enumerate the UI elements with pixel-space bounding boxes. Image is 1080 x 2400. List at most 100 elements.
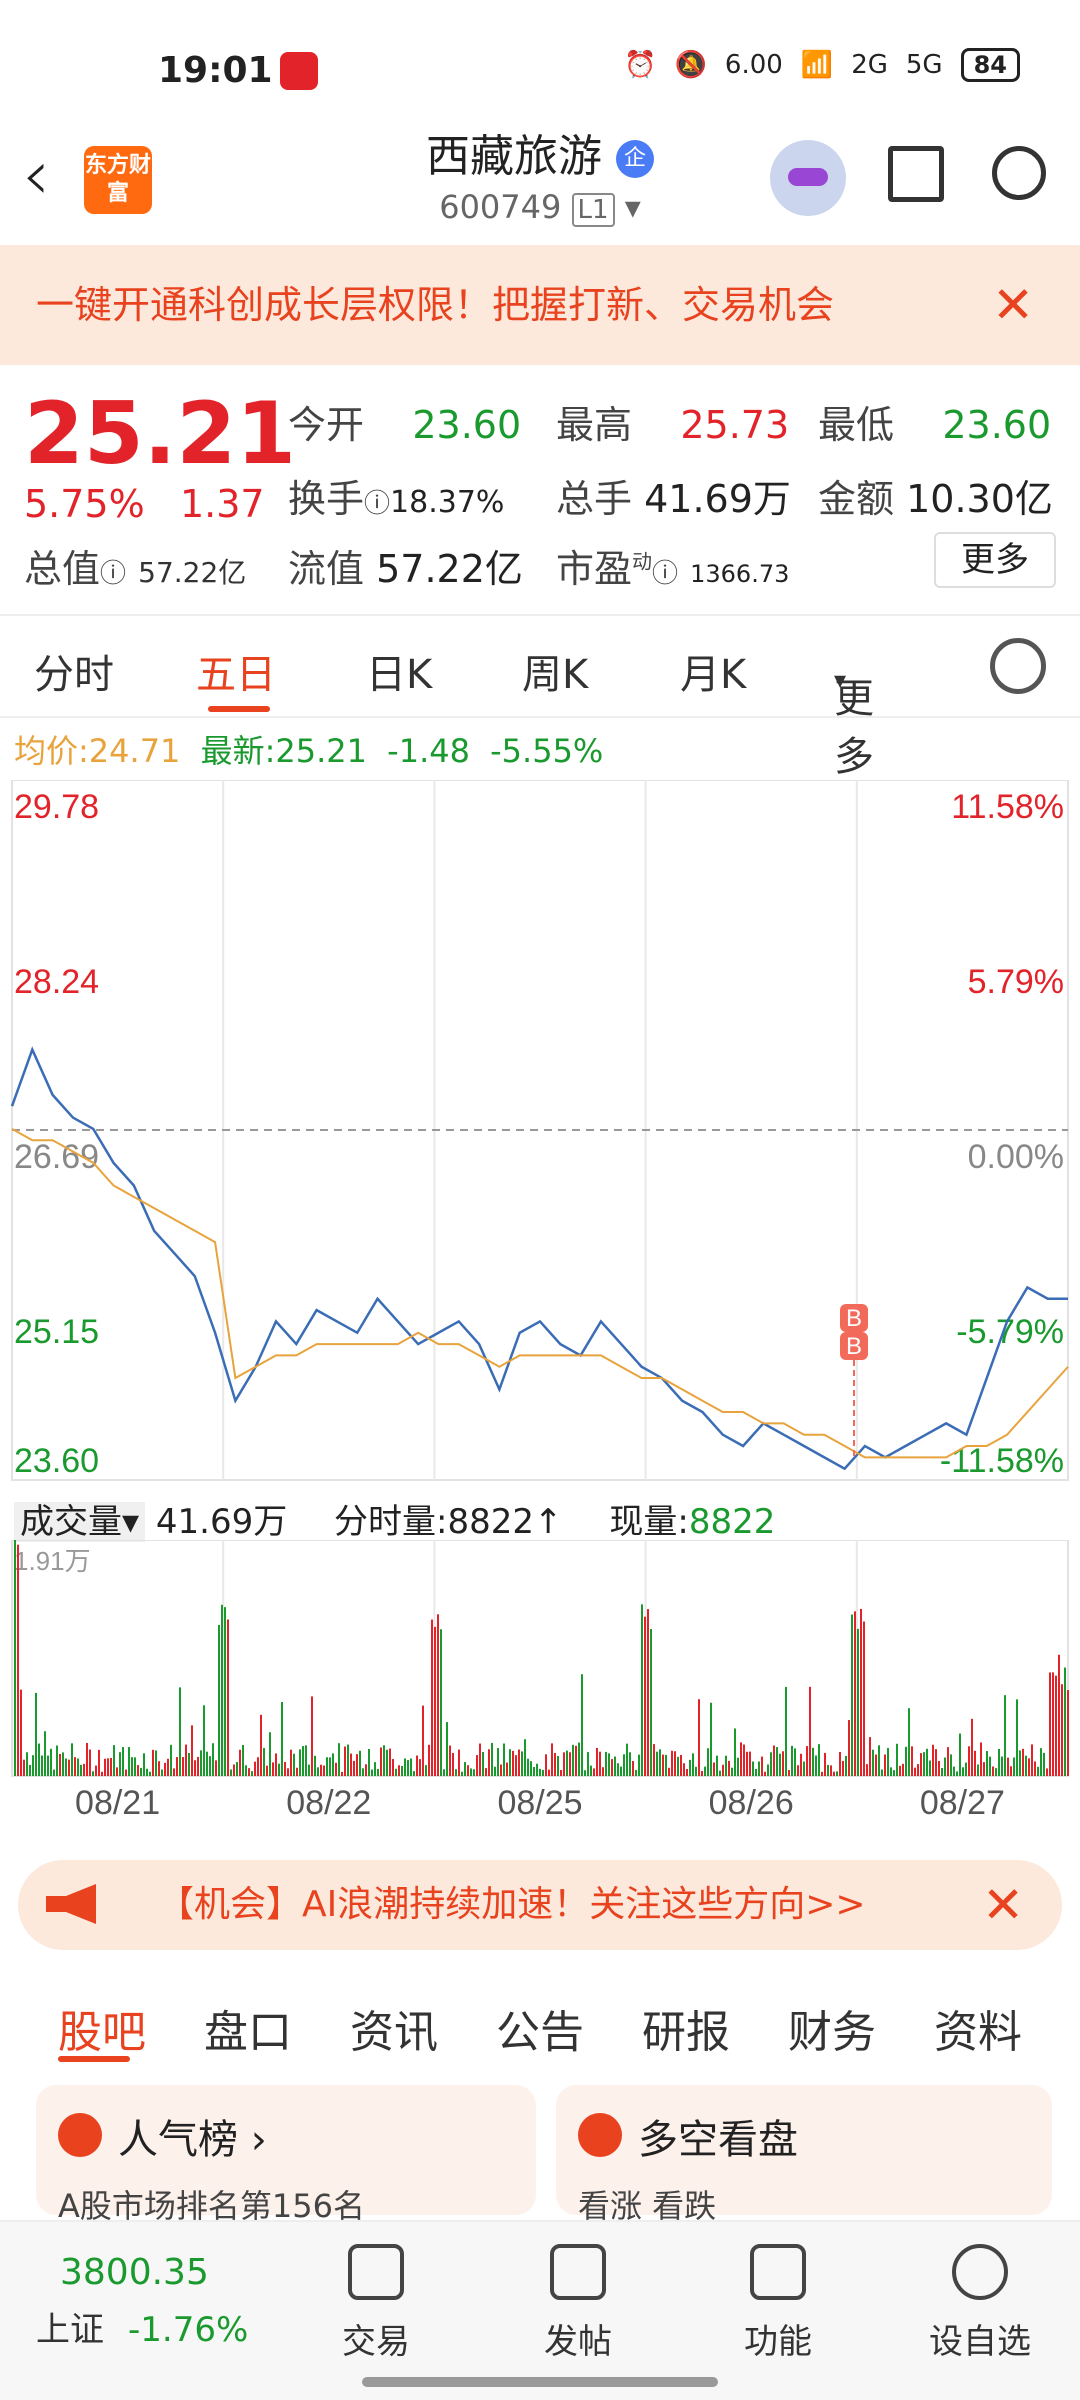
nav-functions[interactable]: 功能: [708, 2234, 848, 2363]
nav-add-watchlist[interactable]: 设自选: [910, 2234, 1050, 2363]
more-button[interactable]: 更多: [934, 532, 1056, 588]
volume-bar: [401, 1765, 403, 1776]
ai-assistant-icon[interactable]: [770, 140, 846, 216]
x-tick-label: 08/21: [75, 1784, 160, 1822]
volume-bar: [248, 1768, 250, 1776]
volume-bar: [566, 1750, 568, 1776]
volume-bar: [56, 1745, 58, 1776]
volume-bar: [902, 1763, 904, 1776]
volume-bar: [101, 1771, 103, 1776]
volume-bar: [260, 1714, 262, 1776]
popularity-card[interactable]: 人气榜 › A股市场排名第156名: [36, 2085, 536, 2225]
volume-bar: [887, 1747, 889, 1776]
tab-finance[interactable]: 财务: [788, 1996, 876, 2060]
close-icon[interactable]: ✕: [982, 1860, 1024, 1950]
ad-banner[interactable]: 【机会】AI浪潮持续加速！关注这些方向>> ✕: [18, 1860, 1062, 1950]
volume-bar: [1031, 1744, 1033, 1776]
gear-icon[interactable]: [990, 638, 1046, 694]
level-badge: L1: [571, 193, 615, 227]
tab-news[interactable]: 资讯: [350, 1996, 438, 2060]
volume-bar: [833, 1771, 835, 1776]
volume-bar: [995, 1768, 997, 1776]
promo-text: 一键开通科创成长层权限！把握打新、交易机会: [36, 283, 835, 327]
volume-bar: [731, 1767, 733, 1776]
volume-max-label: 1.91万: [14, 1546, 91, 1576]
open-field: 今开 23.60: [288, 403, 522, 447]
volume-bar: [554, 1753, 556, 1776]
volume-bar: [425, 1765, 427, 1776]
volume-bar: [275, 1753, 277, 1776]
volume-bar: [662, 1754, 664, 1776]
volume-bar: [704, 1766, 706, 1776]
index-value[interactable]: 3800.35: [60, 2252, 209, 2293]
close-icon[interactable]: ✕: [992, 245, 1034, 365]
volume-bar: [374, 1762, 376, 1776]
tab-pankou[interactable]: 盘口: [204, 1996, 292, 2060]
volume-bar: [329, 1757, 331, 1776]
volume-bar: [359, 1750, 361, 1776]
volume-bar: [746, 1751, 748, 1776]
nav-trade[interactable]: 交易: [306, 2234, 446, 2363]
volume-dropdown[interactable]: 成交量▾: [14, 1502, 146, 1542]
tab-five-day[interactable]: 五日: [196, 642, 276, 700]
info-icon: ⓘ: [100, 559, 127, 589]
share-icon[interactable]: [888, 146, 944, 202]
more-icon: [952, 2244, 1008, 2300]
volume-bar: [134, 1757, 136, 1776]
bull-bear-card[interactable]: 多空看盘 看涨 看跌: [556, 2085, 1052, 2225]
volume-bar: [659, 1749, 661, 1776]
wifi-icon: 📶: [800, 50, 834, 80]
edit-icon: [550, 2244, 606, 2300]
volume-bar: [692, 1753, 694, 1776]
volume-bar: [587, 1752, 589, 1776]
volume-bar: [782, 1751, 784, 1776]
volume-bar: [1046, 1768, 1048, 1776]
promo-banner[interactable]: 一键开通科创成长层权限！把握打新、交易机会 ✕: [0, 245, 1080, 365]
volume-bar: [653, 1744, 655, 1776]
tab-monthly-k[interactable]: 月K: [680, 642, 746, 700]
tab-weekly-k[interactable]: 周K: [522, 642, 588, 700]
volume-bar: [602, 1767, 604, 1776]
volume-bar: [467, 1765, 469, 1776]
tab-daily-k[interactable]: 日K: [366, 642, 432, 700]
y-tick-right: 0.00%: [968, 1138, 1064, 1176]
volume-bar: [188, 1752, 190, 1776]
volume-bar: [623, 1754, 625, 1776]
status-bar: 19:01 ⏰ 🔕 6.00 📶 2G 5G 84: [0, 0, 1080, 140]
search-icon[interactable]: [992, 146, 1046, 200]
tab-intraday[interactable]: 分时: [34, 642, 114, 700]
nav-post[interactable]: 发帖: [508, 2234, 648, 2363]
volume-bar: [170, 1744, 172, 1776]
price-chart[interactable]: 29.78 28.24 26.69 25.15 23.60 11.58% 5.79% 0.00…: [0, 780, 1080, 1500]
volume-chart[interactable]: 1.91万 08/21 08/22 08/25 08/26 08/27: [0, 1540, 1080, 1830]
low-field: 最低 23.60: [818, 403, 1052, 447]
amount-field: 金额 10.30亿: [818, 477, 1053, 521]
volume-bar: [200, 1750, 202, 1776]
volume-bar: [353, 1760, 355, 1776]
volume-bar: [1016, 1699, 1018, 1776]
index-row[interactable]: 上证 -1.76%: [36, 2302, 248, 2351]
volume-bar: [62, 1752, 64, 1776]
volume-bar: [173, 1768, 175, 1776]
tab-profile[interactable]: 资料: [934, 1996, 1022, 2060]
volume-bar: [23, 1759, 25, 1776]
volume-bar: [323, 1765, 325, 1776]
volume-bar: [41, 1755, 43, 1776]
volume-bar: [533, 1767, 535, 1776]
volume-bar: [53, 1769, 55, 1776]
volume-bar: [335, 1762, 337, 1776]
volume-bar: [209, 1756, 211, 1776]
tab-announcements[interactable]: 公告: [496, 1996, 584, 2060]
tab-guba[interactable]: 股吧: [58, 1996, 146, 2060]
volume-bar: [512, 1750, 514, 1776]
volume-bar: [695, 1766, 697, 1776]
volume-bar: [668, 1767, 670, 1776]
volume-bar: [932, 1744, 934, 1776]
volume-bar: [779, 1753, 781, 1776]
volume-bar: [815, 1755, 817, 1776]
volume-bar: [371, 1769, 373, 1776]
volume-bar: [20, 1689, 22, 1776]
volume-bar: [485, 1768, 487, 1776]
tab-research[interactable]: 研报: [642, 1996, 730, 2060]
x-tick-label: 08/27: [920, 1784, 1005, 1822]
